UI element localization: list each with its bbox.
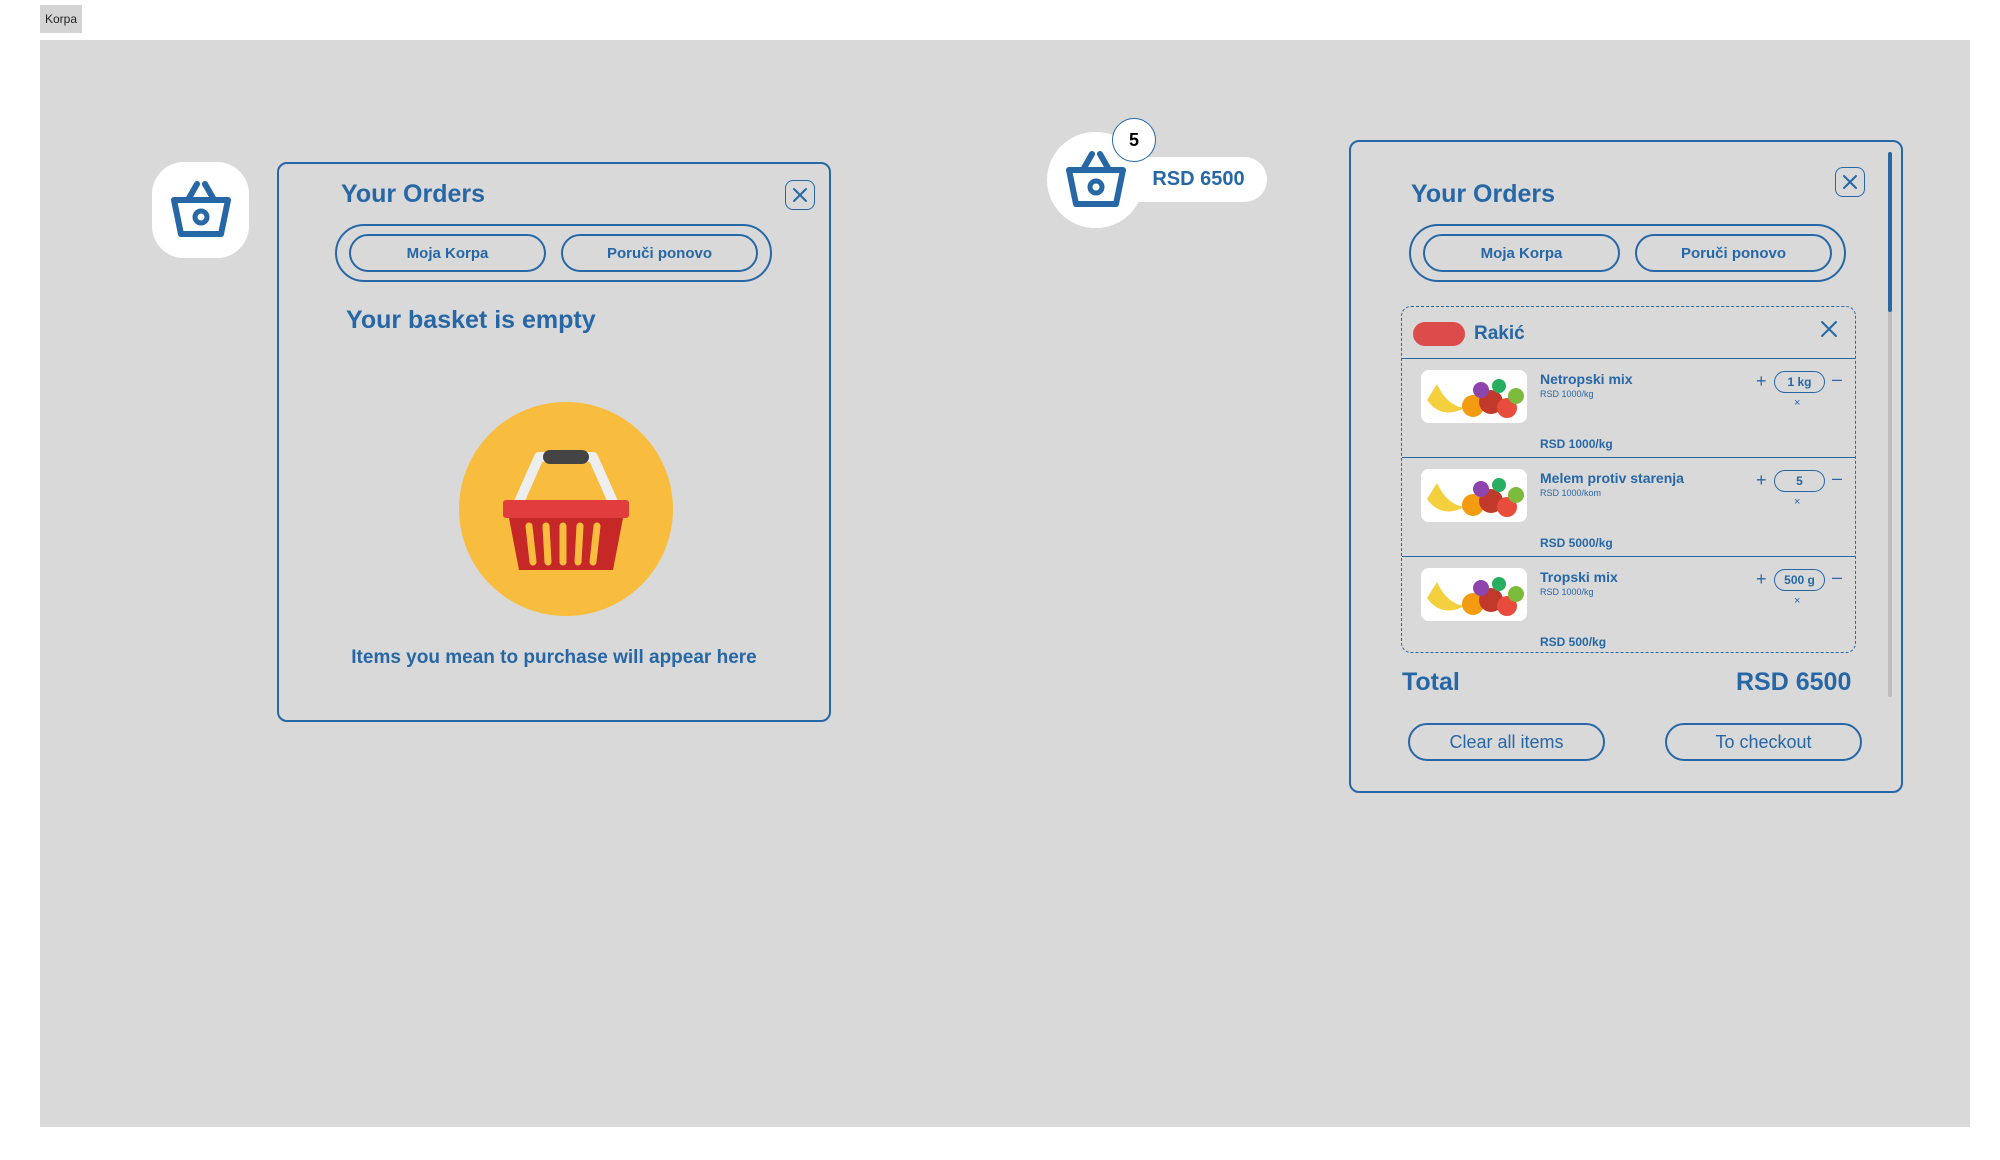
item-name: Melem protiv starenja [1540,470,1684,486]
panel-title: Your Orders [1411,180,1556,208]
quantity-value[interactable]: 500 g [1774,569,1825,591]
close-icon [1843,175,1857,189]
minus-icon[interactable]: – [1832,567,1842,588]
orders-panel-empty: Your Orders Moja Korpa Poruči ponovo You… [277,162,831,722]
shop-header: Rakić [1402,307,1855,359]
fruit-image [1421,469,1527,522]
item-name: Netropski mix [1540,371,1633,387]
remove-icon[interactable]: × [1794,595,1800,607]
item-unit-price: RSD 1000/kg [1540,389,1594,399]
checkout-button[interactable]: To checkout [1665,723,1862,761]
cart-item: Melem protiv starenja RSD 1000/kom + 5 –… [1402,458,1855,557]
total-value: RSD 6500 [1736,668,1852,696]
tab-group: Moja Korpa Poruči ponovo [335,224,772,282]
orders-panel: Your Orders Moja Korpa Poruči ponovo Rak… [1349,140,1903,793]
close-button[interactable] [785,180,815,210]
clear-all-button[interactable]: Clear all items [1408,723,1605,761]
tab-moja-korpa[interactable]: Moja Korpa [349,234,546,272]
basket-button[interactable] [152,162,249,258]
close-icon [793,188,807,202]
remove-icon[interactable]: × [1794,397,1800,409]
panel-title: Your Orders [341,180,486,208]
minus-icon[interactable]: – [1832,369,1842,390]
plus-icon[interactable]: + [1756,470,1767,491]
item-name: Tropski mix [1540,569,1618,585]
scrollbar-thumb[interactable] [1888,152,1892,312]
empty-caption: Items you mean to purchase will appear h… [351,647,757,668]
total-label: Total [1402,668,1460,696]
fruit-image [1421,568,1527,621]
basket-total-pill[interactable]: RSD 6500 [1130,157,1267,202]
quantity-value[interactable]: 1 kg [1774,371,1825,393]
item-line-total: RSD 500/kg [1540,635,1607,649]
empty-title: Your basket is empty [346,306,596,334]
quantity-value[interactable]: 5 [1774,470,1825,492]
cart-item: Tropski mix RSD 1000/kg + 500 g – × RSD … [1402,557,1855,652]
basket-icon [1065,151,1126,207]
item-count-badge: 5 [1112,118,1156,162]
frame-label: Korpa [40,5,82,33]
item-line-total: RSD 1000/kg [1540,437,1613,451]
basket-icon [170,181,231,237]
tab-poruci-ponovo[interactable]: Poruči ponovo [561,234,758,272]
minus-icon[interactable]: – [1832,468,1842,489]
item-unit-price: RSD 1000/kg [1540,587,1594,597]
canvas: Your Orders Moja Korpa Poruči ponovo You… [40,40,1970,1127]
tab-poruci-ponovo[interactable]: Poruči ponovo [1635,234,1832,272]
shop-name: Rakić [1474,323,1525,344]
plus-icon[interactable]: + [1756,371,1767,392]
tab-group: Moja Korpa Poruči ponovo [1409,224,1846,282]
shop-color-badge [1413,322,1465,346]
plus-icon[interactable]: + [1756,569,1767,590]
shop-group: Rakić Netropski mix RSD 1000/kg + 1 kg –… [1401,306,1856,653]
close-button[interactable] [1835,167,1865,197]
empty-basket-illustration [459,402,673,616]
tab-moja-korpa[interactable]: Moja Korpa [1423,234,1620,272]
remove-icon[interactable]: × [1794,496,1800,508]
item-line-total: RSD 5000/kg [1540,536,1613,550]
remove-shop-close-icon[interactable] [1817,317,1841,341]
fruit-image [1421,370,1527,423]
cart-item: Netropski mix RSD 1000/kg + 1 kg – × RSD… [1402,359,1855,458]
item-unit-price: RSD 1000/kom [1540,488,1602,498]
